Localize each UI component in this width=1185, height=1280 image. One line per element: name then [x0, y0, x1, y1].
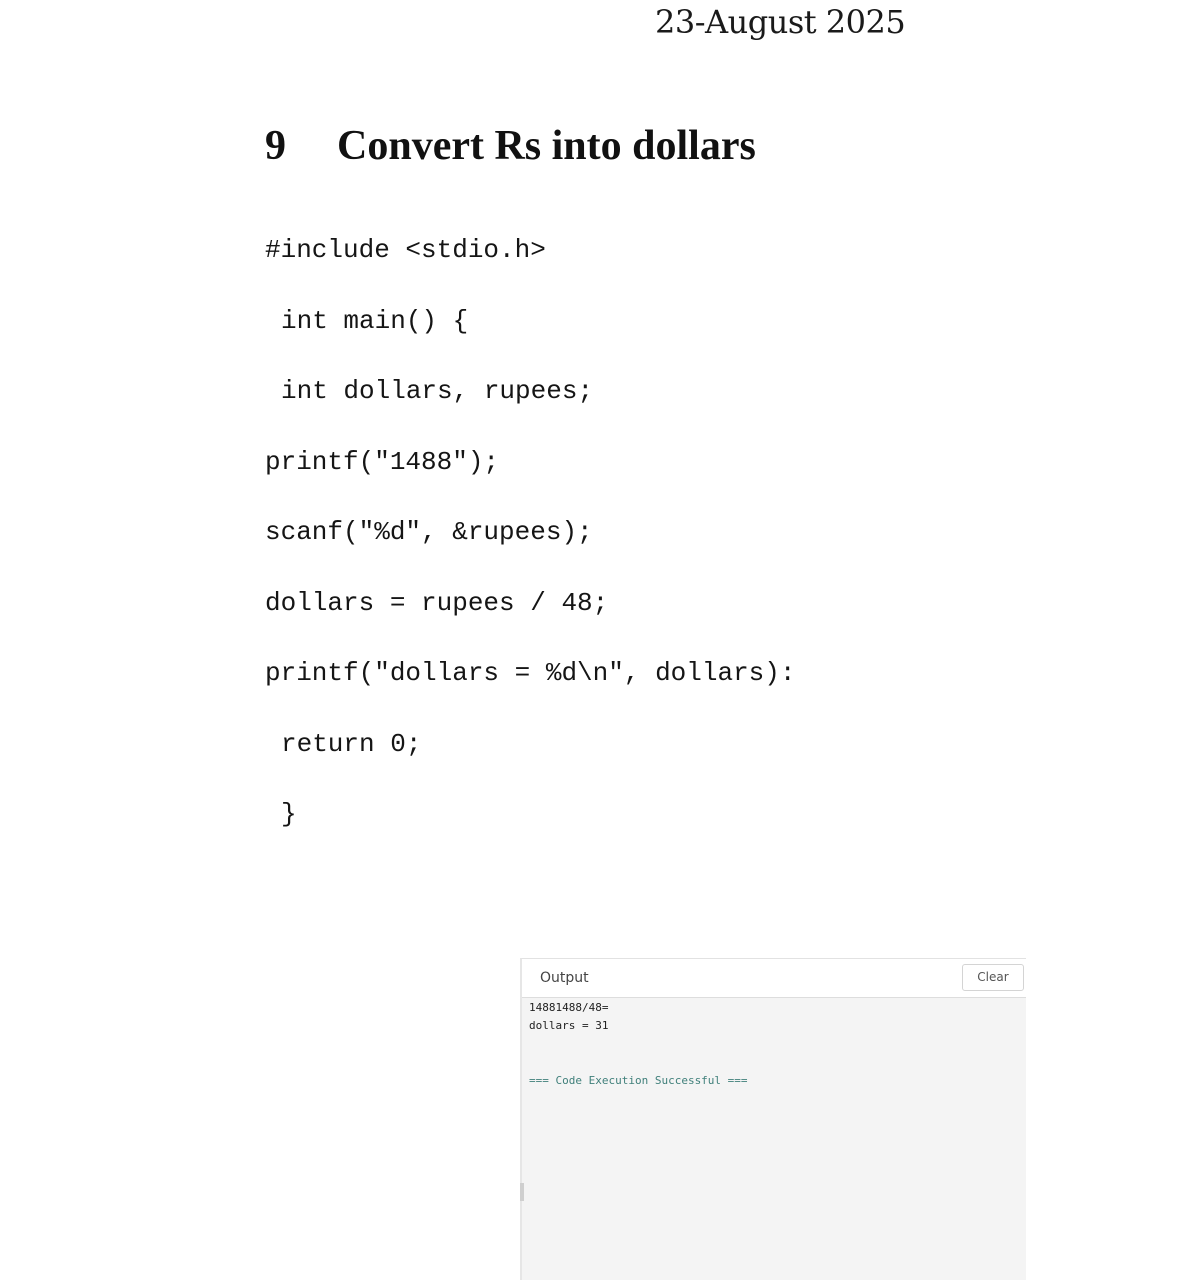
resize-handle[interactable]	[520, 1183, 524, 1201]
section-heading: 9 Convert Rs into dollars	[265, 120, 756, 172]
code-line: #include <stdio.h>	[265, 235, 546, 265]
code-line: printf("dollars = %d\n", dollars):	[265, 658, 796, 688]
output-panel: Output Clear 14881488/48= dollars = 31 =…	[520, 958, 1026, 1280]
code-line: dollars = rupees / 48;	[265, 588, 609, 618]
code-line: }	[281, 799, 297, 829]
page-date: 23-August 2025	[655, 3, 906, 41]
output-header: Output Clear	[522, 959, 1026, 998]
output-title: Output	[540, 970, 589, 986]
code-line: int dollars, rupees;	[281, 376, 594, 406]
code-line: int main() {	[281, 306, 469, 336]
code-line: scanf("%d", &rupees);	[265, 517, 593, 547]
output-line: dollars = 31	[529, 1019, 609, 1032]
section-title: Convert Rs into dollars	[337, 123, 756, 169]
execution-status: === Code Execution Successful ===	[529, 1074, 748, 1087]
code-line: return 0;	[281, 729, 422, 759]
section-number: 9	[265, 123, 286, 169]
clear-button[interactable]: Clear	[962, 964, 1024, 991]
output-line: 14881488/48=	[529, 1001, 609, 1014]
code-line: printf("1488");	[265, 447, 500, 477]
